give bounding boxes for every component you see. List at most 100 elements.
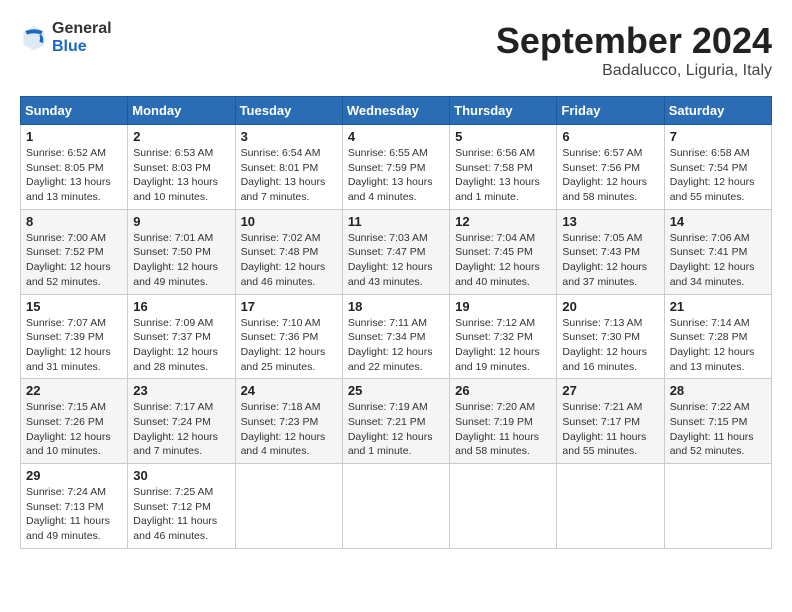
day-info: Sunrise: 7:14 AM Sunset: 7:28 PM Dayligh… <box>670 316 766 375</box>
calendar-day-cell: 9Sunrise: 7:01 AM Sunset: 7:50 PM Daylig… <box>128 209 235 294</box>
day-number: 8 <box>26 214 122 229</box>
day-info: Sunrise: 7:12 AM Sunset: 7:32 PM Dayligh… <box>455 316 551 375</box>
empty-cell <box>235 464 342 549</box>
logo: General Blue <box>20 20 112 55</box>
day-number: 29 <box>26 468 122 483</box>
day-info: Sunrise: 6:54 AM Sunset: 8:01 PM Dayligh… <box>241 146 337 205</box>
day-number: 11 <box>348 214 444 229</box>
calendar: SundayMondayTuesdayWednesdayThursdayFrid… <box>20 96 772 549</box>
day-info: Sunrise: 6:53 AM Sunset: 8:03 PM Dayligh… <box>133 146 229 205</box>
day-info: Sunrise: 7:01 AM Sunset: 7:50 PM Dayligh… <box>133 231 229 290</box>
day-info: Sunrise: 7:22 AM Sunset: 7:15 PM Dayligh… <box>670 400 766 459</box>
day-info: Sunrise: 7:15 AM Sunset: 7:26 PM Dayligh… <box>26 400 122 459</box>
day-number: 4 <box>348 129 444 144</box>
day-number: 21 <box>670 299 766 314</box>
day-header-tuesday: Tuesday <box>235 97 342 125</box>
calendar-day-cell: 5 Sunrise: 6:56 AM Sunset: 7:58 PM Daylig… <box>450 125 557 210</box>
month-title: September 2024 <box>496 20 772 62</box>
day-number: 22 <box>26 383 122 398</box>
day-header-wednesday: Wednesday <box>342 97 449 125</box>
day-number: 17 <box>241 299 337 314</box>
calendar-day-cell: 29 Sunrise: 7:24 AM Sunset: 7:13 PM Dayli… <box>21 464 128 549</box>
calendar-day-cell: 25Sunrise: 7:19 AM Sunset: 7:21 PM Dayli… <box>342 379 449 464</box>
calendar-day-cell: 18 Sunrise: 7:11 AM Sunset: 7:34 PM Dayli… <box>342 294 449 379</box>
day-header-sunday: Sunday <box>21 97 128 125</box>
day-info: Sunrise: 7:04 AM Sunset: 7:45 PM Dayligh… <box>455 231 551 290</box>
calendar-day-cell: 30Sunrise: 7:25 AM Sunset: 7:12 PM Dayli… <box>128 464 235 549</box>
calendar-day-cell: 12 Sunrise: 7:04 AM Sunset: 7:45 PM Dayli… <box>450 209 557 294</box>
day-number: 1 <box>26 129 122 144</box>
day-number: 3 <box>241 129 337 144</box>
calendar-day-cell: 27Sunrise: 7:21 AM Sunset: 7:17 PM Dayli… <box>557 379 664 464</box>
day-info: Sunrise: 7:03 AM Sunset: 7:47 PM Dayligh… <box>348 231 444 290</box>
day-number: 6 <box>562 129 658 144</box>
day-info: Sunrise: 7:17 AM Sunset: 7:24 PM Dayligh… <box>133 400 229 459</box>
day-number: 25 <box>348 383 444 398</box>
calendar-week-row: 15 Sunrise: 7:07 AM Sunset: 7:39 PM Dayli… <box>21 294 772 379</box>
day-info: Sunrise: 6:57 AM Sunset: 7:56 PM Dayligh… <box>562 146 658 205</box>
day-header-thursday: Thursday <box>450 97 557 125</box>
day-info: Sunrise: 6:52 AM Sunset: 8:05 PM Dayligh… <box>26 146 122 205</box>
calendar-day-cell: 1 Sunrise: 6:52 AM Sunset: 8:05 PM Daylig… <box>21 125 128 210</box>
day-header-monday: Monday <box>128 97 235 125</box>
header: General Blue September 2024 Badalucco, L… <box>20 20 772 80</box>
day-number: 18 <box>348 299 444 314</box>
calendar-day-cell: 4 Sunrise: 6:55 AM Sunset: 7:59 PM Daylig… <box>342 125 449 210</box>
day-info: Sunrise: 7:24 AM Sunset: 7:13 PM Dayligh… <box>26 485 122 544</box>
calendar-day-cell: 8 Sunrise: 7:00 AM Sunset: 7:52 PM Daylig… <box>21 209 128 294</box>
day-info: Sunrise: 7:25 AM Sunset: 7:12 PM Dayligh… <box>133 485 229 544</box>
day-number: 5 <box>455 129 551 144</box>
calendar-day-cell: 28Sunrise: 7:22 AM Sunset: 7:15 PM Dayli… <box>664 379 771 464</box>
logo-general-text: General <box>52 20 112 38</box>
day-number: 12 <box>455 214 551 229</box>
logo-blue-text: Blue <box>52 38 112 56</box>
day-number: 16 <box>133 299 229 314</box>
calendar-day-cell: 2 Sunrise: 6:53 AM Sunset: 8:03 PM Daylig… <box>128 125 235 210</box>
calendar-day-cell: 22 Sunrise: 7:15 AM Sunset: 7:26 PM Dayli… <box>21 379 128 464</box>
day-info: Sunrise: 6:58 AM Sunset: 7:54 PM Dayligh… <box>670 146 766 205</box>
calendar-week-row: 22 Sunrise: 7:15 AM Sunset: 7:26 PM Dayli… <box>21 379 772 464</box>
day-number: 7 <box>670 129 766 144</box>
calendar-day-cell: 19Sunrise: 7:12 AM Sunset: 7:32 PM Dayli… <box>450 294 557 379</box>
calendar-day-cell: 6 Sunrise: 6:57 AM Sunset: 7:56 PM Daylig… <box>557 125 664 210</box>
day-info: Sunrise: 7:02 AM Sunset: 7:48 PM Dayligh… <box>241 231 337 290</box>
empty-cell <box>664 464 771 549</box>
day-info: Sunrise: 6:55 AM Sunset: 7:59 PM Dayligh… <box>348 146 444 205</box>
day-info: Sunrise: 7:11 AM Sunset: 7:34 PM Dayligh… <box>348 316 444 375</box>
calendar-day-cell: 13 Sunrise: 7:05 AM Sunset: 7:43 PM Dayli… <box>557 209 664 294</box>
day-info: Sunrise: 7:00 AM Sunset: 7:52 PM Dayligh… <box>26 231 122 290</box>
calendar-day-cell: 16 Sunrise: 7:09 AM Sunset: 7:37 PM Dayli… <box>128 294 235 379</box>
day-number: 14 <box>670 214 766 229</box>
day-info: Sunrise: 7:05 AM Sunset: 7:43 PM Dayligh… <box>562 231 658 290</box>
empty-cell <box>342 464 449 549</box>
day-number: 2 <box>133 129 229 144</box>
logo-text: General Blue <box>52 20 112 55</box>
day-info: Sunrise: 7:10 AM Sunset: 7:36 PM Dayligh… <box>241 316 337 375</box>
calendar-day-cell: 20Sunrise: 7:13 AM Sunset: 7:30 PM Dayli… <box>557 294 664 379</box>
calendar-header-row: SundayMondayTuesdayWednesdayThursdayFrid… <box>21 97 772 125</box>
day-number: 10 <box>241 214 337 229</box>
day-number: 20 <box>562 299 658 314</box>
calendar-day-cell: 15 Sunrise: 7:07 AM Sunset: 7:39 PM Dayli… <box>21 294 128 379</box>
day-info: Sunrise: 7:20 AM Sunset: 7:19 PM Dayligh… <box>455 400 551 459</box>
day-info: Sunrise: 7:06 AM Sunset: 7:41 PM Dayligh… <box>670 231 766 290</box>
calendar-day-cell: 7 Sunrise: 6:58 AM Sunset: 7:54 PM Daylig… <box>664 125 771 210</box>
calendar-day-cell: 21 Sunrise: 7:14 AM Sunset: 7:28 PM Dayli… <box>664 294 771 379</box>
location-title: Badalucco, Liguria, Italy <box>496 62 772 80</box>
day-info: Sunrise: 7:18 AM Sunset: 7:23 PM Dayligh… <box>241 400 337 459</box>
day-header-saturday: Saturday <box>664 97 771 125</box>
calendar-week-row: 29 Sunrise: 7:24 AM Sunset: 7:13 PM Dayli… <box>21 464 772 549</box>
day-info: Sunrise: 7:07 AM Sunset: 7:39 PM Dayligh… <box>26 316 122 375</box>
day-info: Sunrise: 7:09 AM Sunset: 7:37 PM Dayligh… <box>133 316 229 375</box>
day-info: Sunrise: 6:56 AM Sunset: 7:58 PM Dayligh… <box>455 146 551 205</box>
day-number: 24 <box>241 383 337 398</box>
calendar-day-cell: 3 Sunrise: 6:54 AM Sunset: 8:01 PM Daylig… <box>235 125 342 210</box>
calendar-day-cell: 23Sunrise: 7:17 AM Sunset: 7:24 PM Dayli… <box>128 379 235 464</box>
title-area: September 2024 Badalucco, Liguria, Italy <box>496 20 772 80</box>
empty-cell <box>557 464 664 549</box>
day-number: 15 <box>26 299 122 314</box>
logo-icon <box>20 24 48 52</box>
calendar-day-cell: 17 Sunrise: 7:10 AM Sunset: 7:36 PM Dayli… <box>235 294 342 379</box>
day-number: 13 <box>562 214 658 229</box>
day-info: Sunrise: 7:21 AM Sunset: 7:17 PM Dayligh… <box>562 400 658 459</box>
